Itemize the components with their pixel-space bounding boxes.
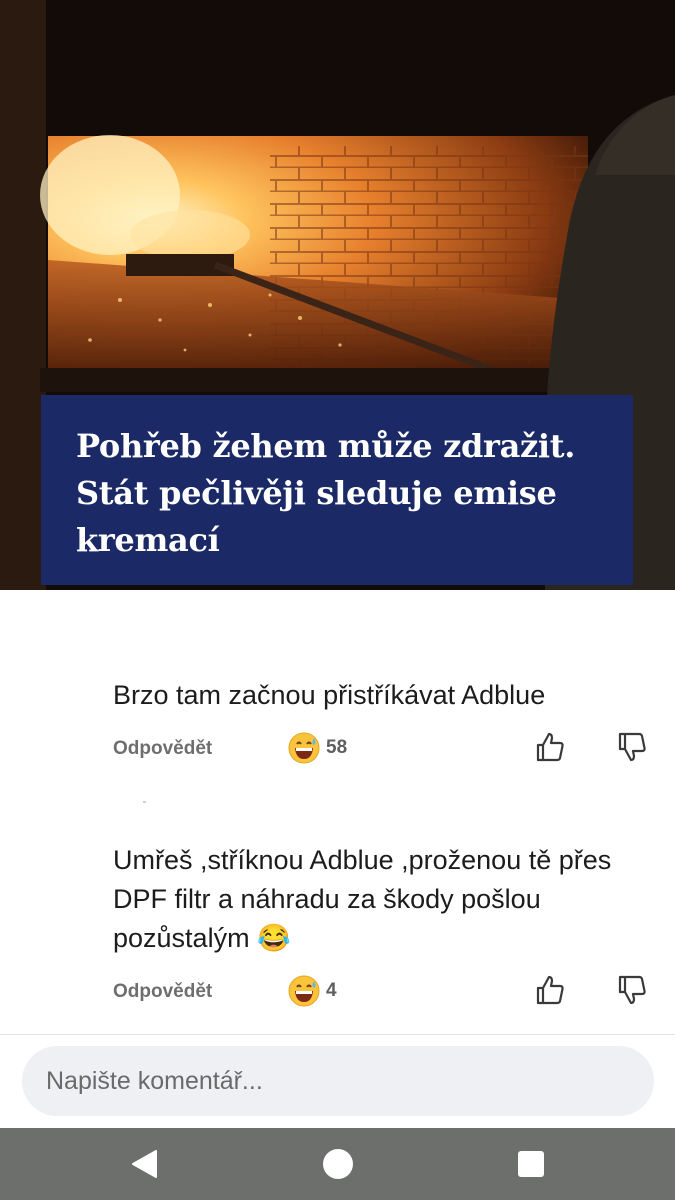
composer-divider xyxy=(0,1034,675,1035)
comment-text: Brzo tam začnou přistříkávat Adblue xyxy=(113,680,546,710)
headline-banner: Pohřeb žehem může zdražit. Stát pečlivěj… xyxy=(41,395,633,585)
grinning-sweat-emoji-icon xyxy=(288,975,320,1007)
nav-home-button[interactable] xyxy=(302,1128,374,1200)
article-headline[interactable]: Pohřeb žehem může zdražit. Stát pečlivěj… xyxy=(76,423,613,564)
reply-button[interactable]: Odpovědět xyxy=(113,981,212,1003)
headline-line: Stát pečlivěji sleduje emise xyxy=(76,474,557,512)
comment-input-placeholder: Napište komentář... xyxy=(46,1066,263,1095)
grinning-sweat-emoji-icon xyxy=(288,732,320,764)
comment-item: Brzo tam začnou přistříkávat Adblue Odpo… xyxy=(113,676,655,764)
recents-square-icon xyxy=(518,1151,544,1177)
reaction-count: 58 xyxy=(326,737,348,758)
headline-line: Pohřeb žehem může zdražit. xyxy=(76,427,576,465)
nav-back-button[interactable] xyxy=(108,1128,180,1200)
separator-dot xyxy=(143,801,146,803)
reaction-count: 4 xyxy=(326,980,337,1001)
comment-text: Umřeš ,stříknou Adblue ,proženou tě přes… xyxy=(113,845,612,953)
nav-recents-button[interactable] xyxy=(495,1128,567,1200)
reply-button[interactable]: Odpovědět xyxy=(113,738,212,760)
comment-actions: Odpovědět 58 xyxy=(113,730,655,770)
home-circle-icon xyxy=(323,1149,353,1179)
article-hero[interactable]: Pohřeb žehem může zdražit. Stát pečlivěj… xyxy=(0,0,675,590)
reaction-summary[interactable]: 58 xyxy=(288,730,347,766)
reaction-summary[interactable]: 4 xyxy=(288,973,337,1009)
system-navigation-bar xyxy=(0,1128,675,1200)
back-triangle-icon xyxy=(132,1150,157,1178)
thumbs-up-icon[interactable] xyxy=(533,973,567,1007)
comment-input[interactable]: Napište komentář... xyxy=(22,1046,654,1116)
comment-actions: Odpovědět 4 xyxy=(113,973,655,1013)
thumbs-down-icon[interactable] xyxy=(615,973,649,1007)
headline-line: kremací xyxy=(76,521,220,559)
thumbs-up-icon[interactable] xyxy=(533,730,567,764)
comment-item: Umřeš ,stříknou Adblue ,proženou tě přes… xyxy=(113,841,655,1007)
thumbs-down-icon[interactable] xyxy=(615,730,649,764)
